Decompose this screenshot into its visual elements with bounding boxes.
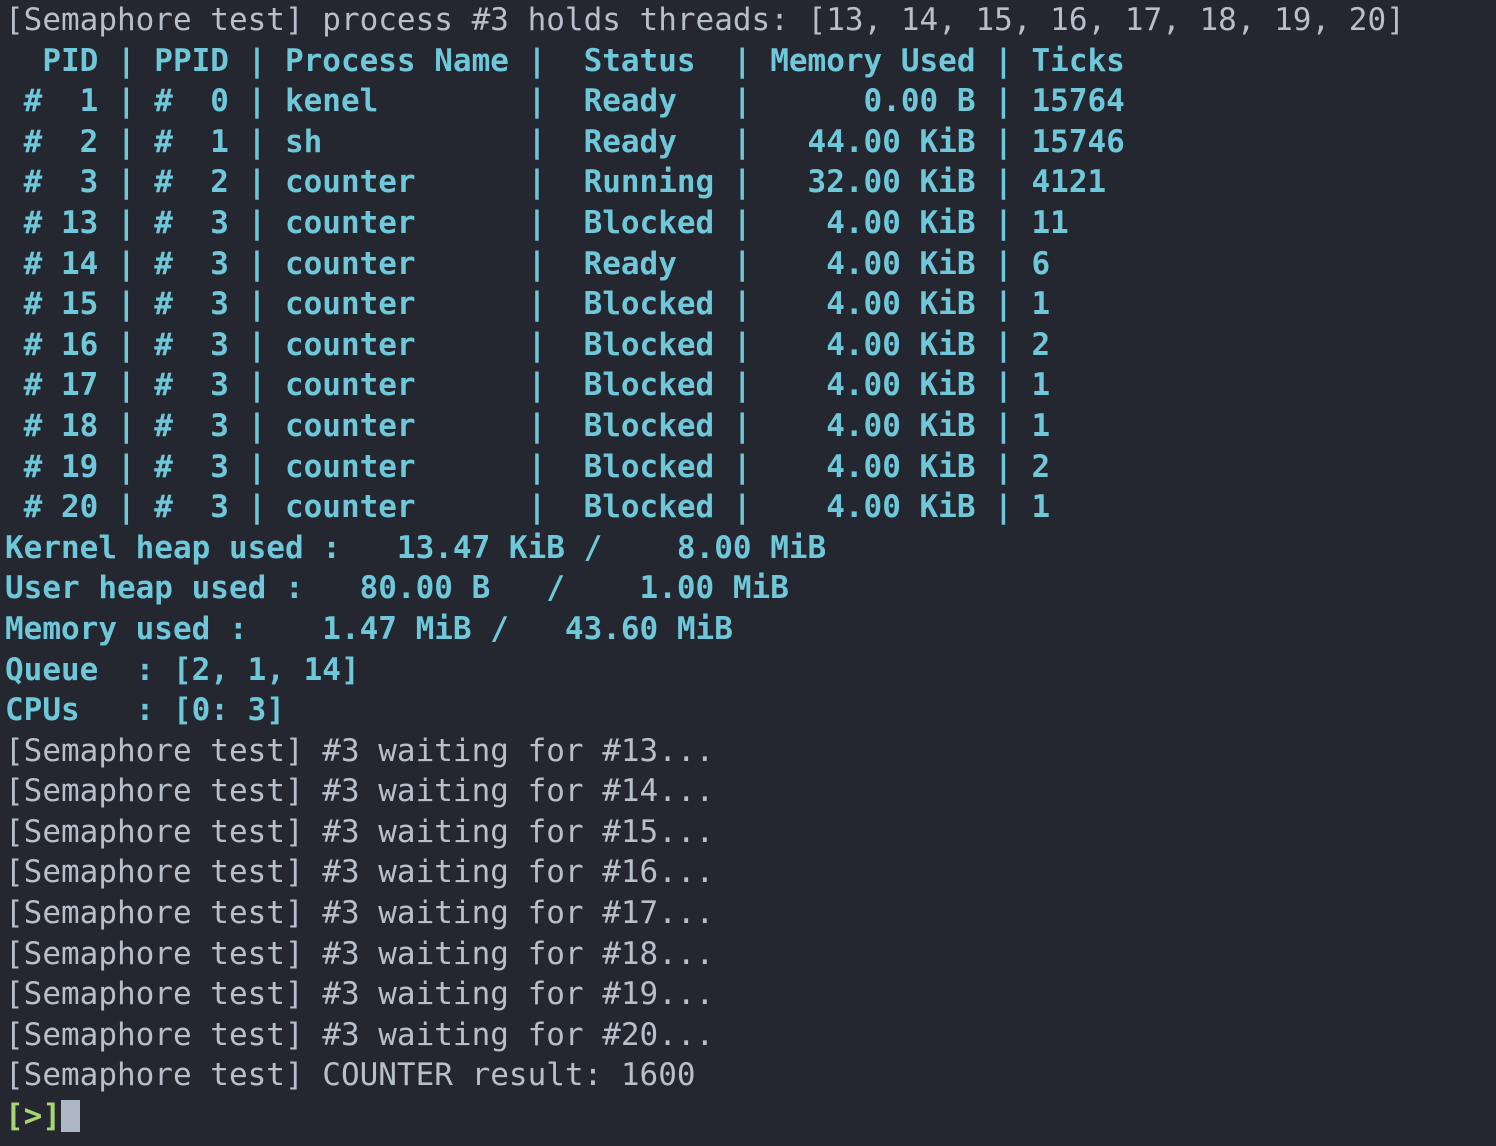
process-table-header: PID | PPID | Process Name | Status | Mem… [5,42,1125,79]
terminal-window[interactable]: [Semaphore test] process #3 holds thread… [0,0,1496,1146]
table-row: # 2 | # 1 | sh | Ready | 44.00 KiB | 157… [5,123,1125,160]
shell-prompt-line[interactable]: [>] [5,1096,1496,1137]
memory-used-line: Memory used : 1.47 MiB / 43.60 MiB [5,610,733,647]
cpus-line: CPUs : [0: 3] [5,692,285,729]
terminal-screen: [Semaphore test] process #3 holds thread… [5,0,1496,1137]
table-row: # 15 | # 3 | counter | Blocked | 4.00 Ki… [5,286,1051,323]
table-row: # 14 | # 3 | counter | Ready | 4.00 KiB … [5,245,1051,282]
table-row: # 13 | # 3 | counter | Blocked | 4.00 Ki… [5,204,1069,241]
list-item: [Semaphore test] #3 waiting for #16... [5,854,715,891]
list-item: [Semaphore test] #3 waiting for #17... [5,895,715,932]
queue-line: Queue : [2, 1, 14] [5,651,360,688]
list-item: [Semaphore test] #3 waiting for #19... [5,976,715,1013]
list-item: [Semaphore test] #3 waiting for #20... [5,1016,715,1053]
list-item: [Semaphore test] #3 waiting for #18... [5,935,715,972]
text-cursor [61,1100,80,1133]
table-row: # 1 | # 0 | kenel | Ready | 0.00 B | 157… [5,83,1125,120]
counter-result-line: [Semaphore test] COUNTER result: 1600 [5,1057,696,1094]
semaphore-header-log-line: [Semaphore test] process #3 holds thread… [5,2,1405,38]
table-row: # 20 | # 3 | counter | Blocked | 4.00 Ki… [5,489,1051,526]
table-row: # 17 | # 3 | counter | Blocked | 4.00 Ki… [5,367,1051,404]
prompt-symbol: [>] [5,1098,61,1135]
table-row: # 19 | # 3 | counter | Blocked | 4.00 Ki… [5,448,1051,485]
kernel-heap-used-line: Kernel heap used : 13.47 KiB / 8.00 MiB [5,529,827,566]
table-row: # 3 | # 2 | counter | Running | 32.00 Ki… [5,164,1107,201]
list-item: [Semaphore test] #3 waiting for #15... [5,813,715,850]
list-item: [Semaphore test] #3 waiting for #14... [5,773,715,810]
table-row: # 18 | # 3 | counter | Blocked | 4.00 Ki… [5,407,1051,444]
table-row: # 16 | # 3 | counter | Blocked | 4.00 Ki… [5,326,1051,363]
list-item: [Semaphore test] #3 waiting for #13... [5,732,715,769]
user-heap-used-line: User heap used : 80.00 B / 1.00 MiB [5,570,789,607]
